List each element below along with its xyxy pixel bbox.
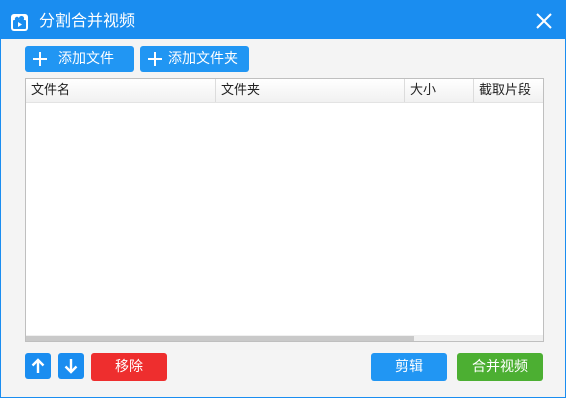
- column-header-size[interactable]: 大小: [405, 79, 474, 102]
- close-icon: [536, 13, 552, 29]
- app-logo-icon: [11, 14, 28, 31]
- plus-icon: [148, 52, 162, 66]
- add-file-button[interactable]: 添加文件: [25, 46, 134, 72]
- add-folder-button[interactable]: 添加文件夹: [140, 46, 249, 72]
- arrow-down-icon: [64, 359, 78, 374]
- remove-button[interactable]: 移除: [91, 353, 167, 381]
- column-header-folder[interactable]: 文件夹: [216, 79, 405, 102]
- move-down-button[interactable]: [58, 353, 84, 379]
- move-up-button[interactable]: [25, 353, 51, 379]
- column-header-clip-segment[interactable]: 截取片段: [474, 79, 543, 102]
- column-header-filename[interactable]: 文件名: [26, 79, 216, 102]
- add-file-label: 添加文件: [58, 51, 114, 67]
- horizontal-scrollbar[interactable]: [26, 335, 543, 341]
- file-list-table[interactable]: 文件名 文件夹 大小 截取片段: [25, 78, 544, 342]
- edit-button[interactable]: 剪辑: [371, 353, 447, 381]
- close-button[interactable]: [531, 8, 557, 34]
- arrow-up-icon: [31, 358, 45, 373]
- window-title: 分割合并视频: [39, 11, 136, 30]
- scrollbar-thumb[interactable]: [26, 336, 414, 341]
- title-bar: 分割合并视频: [1, 1, 565, 39]
- merge-video-button[interactable]: 合并视频: [457, 353, 543, 381]
- plus-icon: [33, 52, 47, 66]
- dialog-window: 分割合并视频 添加文件 添加文件夹 文件名 文件夹 大小 截取片段 移除 剪辑 …: [0, 0, 566, 398]
- table-header: 文件名 文件夹 大小 截取片段: [26, 79, 543, 103]
- add-folder-label: 添加文件夹: [168, 51, 238, 67]
